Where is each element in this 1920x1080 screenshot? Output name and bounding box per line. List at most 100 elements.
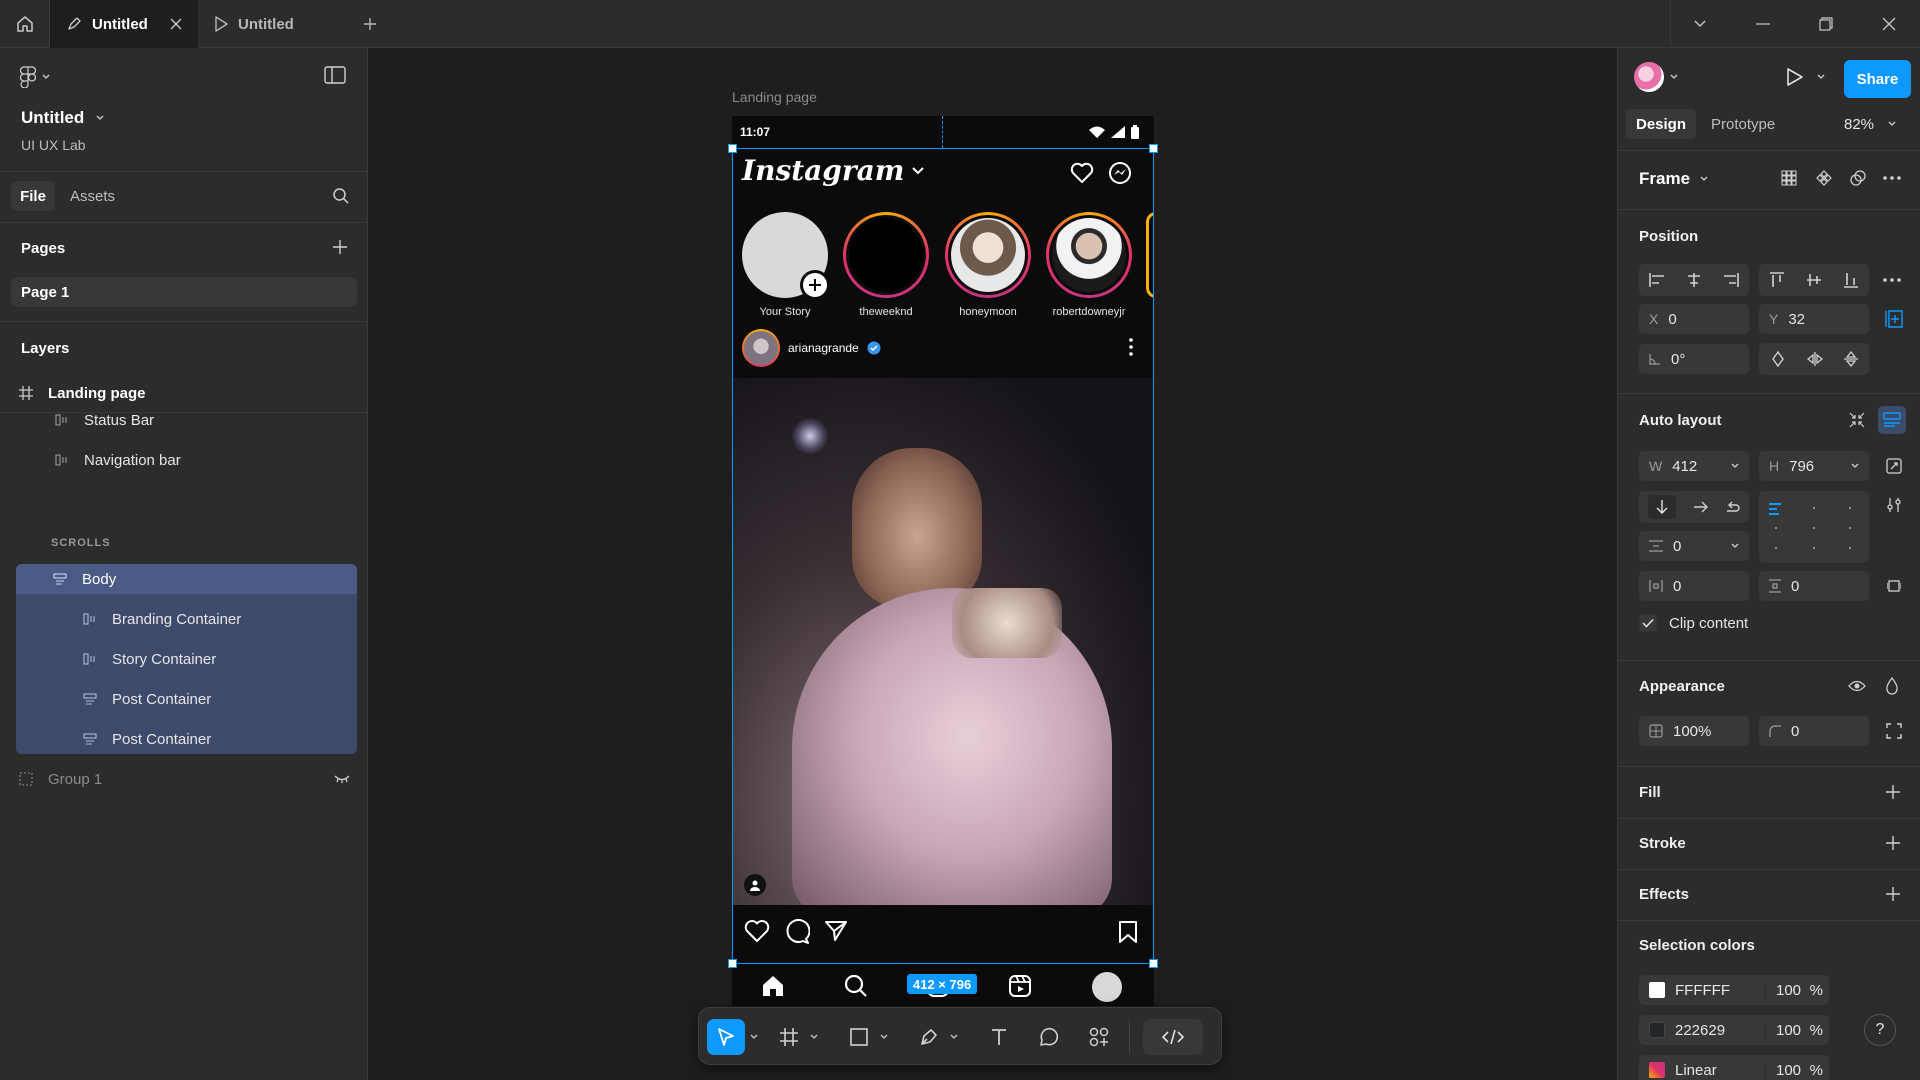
arrow-down-icon[interactable] — [1648, 495, 1676, 519]
pen-tool-menu[interactable] — [947, 1019, 961, 1055]
present-options-button[interactable] — [1817, 74, 1825, 80]
y-field[interactable]: Y 32 — [1759, 304, 1869, 334]
resize-to-fit-button[interactable] — [1880, 452, 1908, 480]
flip-vertical-icon[interactable] — [1844, 351, 1859, 367]
align-bottom-icon[interactable] — [1843, 272, 1858, 288]
layout-settings-button[interactable] — [1880, 491, 1908, 519]
main-menu-button[interactable] — [20, 66, 50, 88]
resize-handle-top-left[interactable] — [728, 144, 737, 153]
resize-handle-bottom-left[interactable] — [728, 959, 737, 968]
tab-file[interactable]: File — [11, 181, 55, 211]
tab-design[interactable]: Design — [1626, 109, 1696, 139]
align-top-icon[interactable] — [1770, 272, 1785, 288]
add-page-button[interactable] — [332, 239, 348, 255]
phone-frame-landing-page[interactable]: 11:07 Instagram Your Story theweeknd hon… — [732, 116, 1154, 1006]
remove-auto-layout-button[interactable] — [1878, 406, 1906, 434]
align-dot — [1849, 507, 1851, 509]
clip-content-checkbox[interactable]: Clip content — [1639, 614, 1748, 632]
guide-line — [942, 116, 943, 148]
share-button[interactable]: Share — [1844, 60, 1911, 98]
layer-group-1[interactable]: Group 1 — [16, 759, 357, 799]
layer-story-container[interactable]: Story Container — [16, 639, 357, 679]
rotate-90-icon[interactable] — [1770, 351, 1786, 367]
more-options-button[interactable] — [1878, 164, 1906, 192]
gap-field[interactable]: 0 — [1639, 531, 1749, 561]
checkmark-icon — [1639, 614, 1657, 632]
help-button[interactable]: ? — [1864, 1014, 1896, 1046]
text-tool[interactable] — [981, 1019, 1017, 1055]
mask-button[interactable] — [1844, 164, 1872, 192]
page-item-page-1[interactable]: Page 1 — [11, 277, 357, 307]
actions-tool[interactable] — [1081, 1019, 1117, 1055]
independent-corners-button[interactable] — [1880, 717, 1908, 745]
close-window-button[interactable] — [1859, 0, 1919, 48]
more-align-button[interactable] — [1878, 266, 1906, 294]
toggle-sidebar-button[interactable] — [324, 66, 346, 84]
selection-color-row[interactable]: FFFFFF 100 % — [1639, 975, 1829, 1005]
file-name-menu[interactable]: Untitled — [21, 108, 104, 128]
rotation-field[interactable]: 0° — [1639, 344, 1749, 374]
flip-horizontal-icon[interactable] — [1806, 352, 1823, 366]
frame-label[interactable]: Landing page — [732, 89, 817, 105]
dev-mode-toggle[interactable] — [1143, 1019, 1203, 1055]
user-avatar-menu[interactable] — [1634, 62, 1678, 92]
wrap-icon[interactable] — [1726, 501, 1740, 513]
add-fill-button[interactable] — [1884, 783, 1904, 803]
layer-status-bar[interactable]: Status Bar — [16, 400, 357, 440]
selection-color-row[interactable]: Linear 100 % — [1639, 1055, 1829, 1080]
toggle-visibility-button[interactable] — [334, 774, 350, 784]
opacity-field[interactable]: 100% — [1639, 716, 1749, 746]
align-left-icon[interactable] — [1649, 273, 1665, 287]
tab-untitled-prototype[interactable]: Untitled — [198, 0, 346, 48]
search-button[interactable] — [332, 187, 350, 205]
align-middle-icon[interactable] — [1806, 272, 1821, 288]
resize-handle-top-right[interactable] — [1149, 144, 1158, 153]
layer-branding-container[interactable]: Branding Container — [16, 599, 357, 639]
frame-tool-menu[interactable] — [807, 1019, 821, 1055]
individual-padding-button[interactable] — [1880, 572, 1908, 600]
zoom-control[interactable]: 82% — [1844, 109, 1896, 139]
move-tool-menu[interactable] — [747, 1019, 761, 1055]
close-tab-icon[interactable] — [170, 18, 182, 30]
frame-type-menu[interactable]: Frame — [1639, 169, 1708, 189]
tab-assets[interactable]: Assets — [70, 181, 115, 211]
layer-navigation-bar[interactable]: Navigation bar — [16, 440, 357, 480]
tab-untitled-design[interactable]: Untitled — [50, 0, 198, 48]
minimize-button[interactable] — [1733, 0, 1793, 48]
width-field[interactable]: W 412 — [1639, 451, 1749, 481]
create-component-button[interactable] — [1810, 164, 1838, 192]
arrow-right-icon[interactable] — [1694, 501, 1708, 513]
add-stroke-button[interactable] — [1884, 834, 1904, 854]
pen-tool[interactable] — [911, 1019, 947, 1055]
align-right-icon[interactable] — [1723, 273, 1739, 287]
layer-body[interactable]: Body — [16, 559, 357, 599]
align-center-horizontal-icon[interactable] — [1686, 273, 1702, 287]
height-field[interactable]: H 796 — [1759, 451, 1869, 481]
layer-post-container[interactable]: Post Container — [16, 679, 357, 719]
add-effect-button[interactable] — [1884, 885, 1904, 905]
horizontal-padding-field[interactable]: 0 — [1639, 571, 1749, 601]
shape-tool-menu[interactable] — [877, 1019, 891, 1055]
corner-radius-field[interactable]: 0 — [1759, 716, 1869, 746]
suggest-auto-layout-button[interactable] — [1843, 406, 1871, 434]
home-button[interactable] — [0, 0, 50, 48]
x-field[interactable]: X 0 — [1639, 304, 1749, 334]
new-tab-button[interactable] — [350, 12, 390, 36]
frame-tool[interactable] — [771, 1019, 807, 1055]
layout-grid-button[interactable] — [1775, 164, 1803, 192]
vertical-padding-field[interactable]: 0 — [1759, 571, 1869, 601]
tabs-dropdown-button[interactable] — [1670, 0, 1730, 48]
constraints-button[interactable] — [1880, 305, 1908, 333]
resize-handle-bottom-right[interactable] — [1149, 959, 1158, 968]
present-button[interactable] — [1786, 67, 1804, 87]
comment-tool[interactable] — [1031, 1019, 1067, 1055]
shape-tool[interactable] — [841, 1019, 877, 1055]
layer-post-container[interactable]: Post Container — [16, 719, 357, 759]
toggle-visibility-button[interactable] — [1843, 672, 1871, 700]
move-tool[interactable] — [707, 1019, 745, 1055]
alignment-matrix[interactable] — [1759, 491, 1869, 563]
tab-prototype[interactable]: Prototype — [1711, 109, 1775, 139]
restore-button[interactable] — [1796, 0, 1856, 48]
blend-mode-button[interactable] — [1878, 672, 1906, 700]
selection-color-row[interactable]: 222629 100 % — [1639, 1015, 1829, 1045]
